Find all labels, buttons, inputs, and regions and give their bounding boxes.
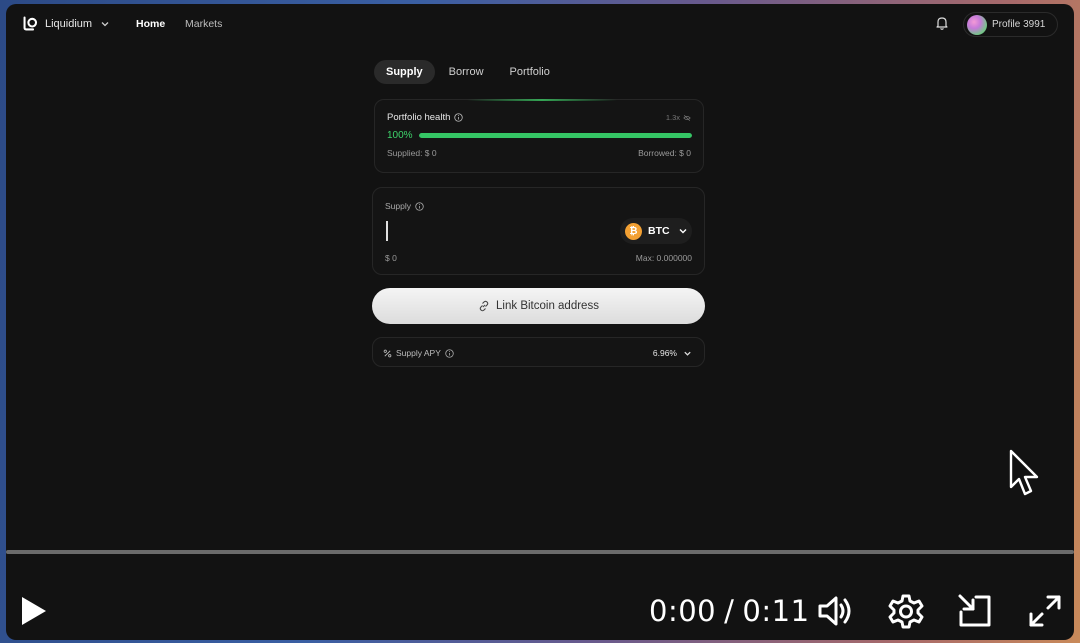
percent-icon [383,349,392,357]
video-frame: Liquidium Home Markets Profile 3991 Supp… [6,4,1074,640]
tab-borrow[interactable]: Borrow [437,60,496,84]
action-tabs: Supply Borrow Portfolio [374,60,562,84]
text-caret [386,221,388,241]
avatar [967,14,987,35]
video-duration: 0:11 [742,594,810,628]
health-toggle[interactable]: 1.3x [666,113,691,122]
supply-apy-label: Supply APY [396,348,441,358]
bitcoin-icon: ₿ [625,222,642,240]
supply-apy-value-row: 6.96% [653,348,692,358]
link-bitcoin-address-button[interactable]: Link Bitcoin address [372,288,705,324]
token-symbol: BTC [648,225,670,237]
link-bitcoin-address-label: Link Bitcoin address [496,300,599,312]
token-selector[interactable]: ₿ BTC [620,218,692,244]
info-icon[interactable] [445,348,454,358]
nav-link-home[interactable]: Home [136,18,165,30]
supplied-amount: Supplied: $ 0 [387,148,437,158]
tab-supply[interactable]: Supply [374,60,435,84]
health-percent: 100% [387,130,413,141]
chevron-down-icon [679,229,687,234]
health-progress-fill [419,133,692,138]
volume-icon[interactable] [816,592,854,630]
supply-apy-label-row: Supply APY [383,348,454,358]
chevron-down-icon [101,21,109,26]
health-toggle-label: 1.3x [665,113,680,122]
profile-name: Profile 3991 [992,19,1046,30]
supply-label: Supply [385,201,411,211]
video-time-separator: / [724,594,735,628]
supply-usd-value: $ 0 [385,253,397,263]
video-progress-bar[interactable] [6,550,1074,554]
eye-off-icon [683,114,691,121]
health-progress-bar [419,133,692,138]
gear-icon[interactable] [887,592,925,630]
info-icon[interactable] [454,113,464,122]
portfolio-health-card: Portfolio health 1.3x 100% Supplied: $ 0… [374,99,704,173]
supply-amount-input[interactable] [385,221,585,243]
video-time: 0:00 / 0:11 [649,594,810,628]
supply-max-button[interactable]: Max: 0.000000 [636,253,692,263]
supply-input-card: Supply ₿ BTC $ 0 Max: 0.000000 [372,187,705,275]
brand-name: Liquidium [45,17,93,30]
brand-menu[interactable]: Liquidium [22,15,110,32]
mouse-cursor-icon [1009,449,1039,496]
borrowed-amount: Borrowed: $ 0 [638,148,691,158]
top-navigation: Liquidium Home Markets Profile 3991 [6,4,1074,44]
supply-apy-row[interactable]: Supply APY 6.96% [372,337,705,367]
fullscreen-icon[interactable] [1026,592,1064,630]
nav-link-markets[interactable]: Markets [185,18,222,30]
tab-portfolio[interactable]: Portfolio [498,60,562,84]
card-glow [467,99,617,101]
play-icon[interactable] [18,594,48,628]
link-icon [479,300,489,312]
supply-apy-value: 6.96% [652,348,677,358]
liquidium-logo-icon [23,16,38,31]
video-current-time: 0:00 [649,594,717,628]
supply-label-row: Supply [385,201,424,211]
info-icon[interactable] [415,201,424,211]
picture-in-picture-icon[interactable] [956,592,994,630]
portfolio-health-label: Portfolio health [387,112,451,123]
profile-button[interactable]: Profile 3991 [963,12,1058,37]
portfolio-health-title: Portfolio health [387,112,464,123]
chevron-down-icon [684,351,691,356]
bell-icon[interactable] [934,15,950,31]
